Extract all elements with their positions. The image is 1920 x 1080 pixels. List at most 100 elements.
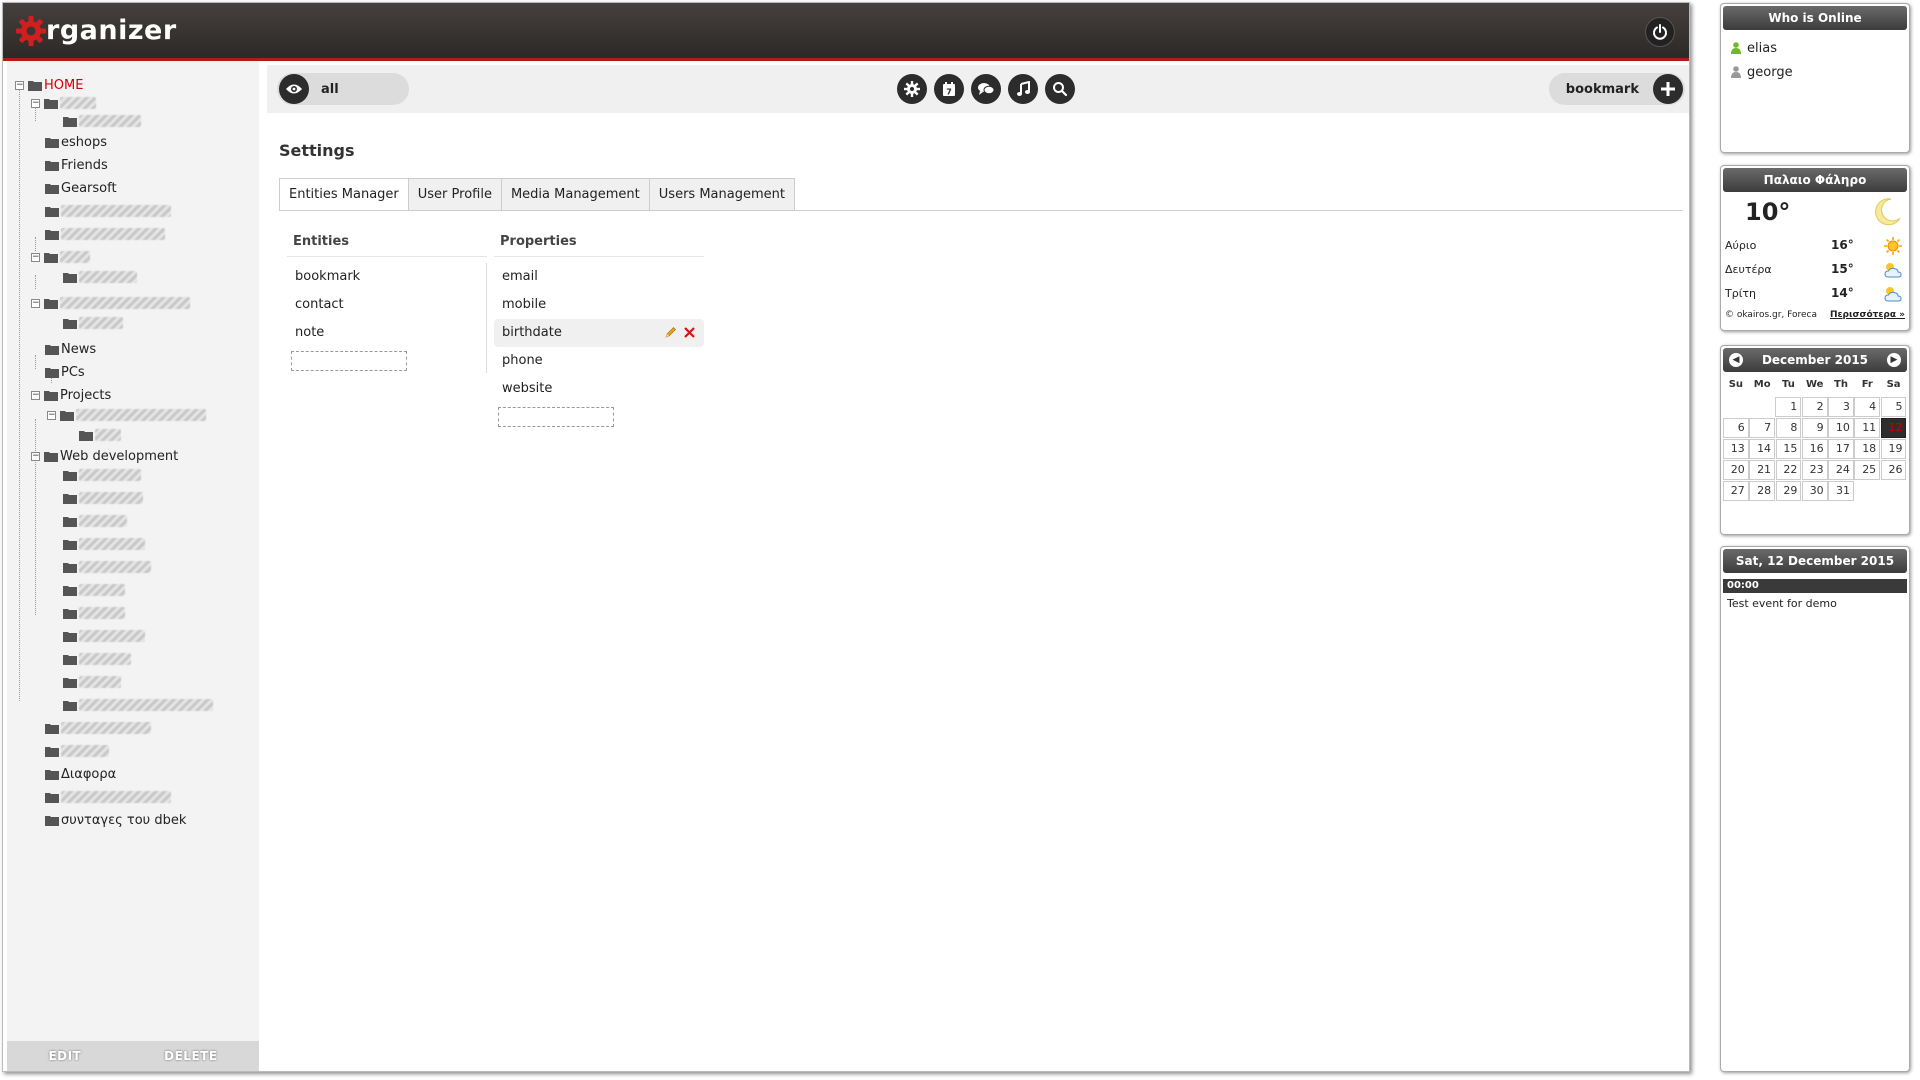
logout-button[interactable] — [1645, 17, 1675, 47]
calendar-day[interactable]: 8 — [1775, 418, 1802, 438]
tree-node-hidden[interactable] — [63, 695, 213, 715]
calendar-day[interactable]: 17 — [1828, 439, 1854, 459]
calendar-day[interactable]: 16 — [1801, 439, 1828, 459]
tree-node-hidden[interactable] — [45, 224, 165, 244]
property-item-birthdate[interactable]: birthdate — [494, 319, 704, 347]
tree-node-pcs[interactable]: PCs — [45, 362, 85, 382]
prev-month-button[interactable]: ◀ — [1729, 353, 1743, 367]
tree-node-hidden[interactable]: − — [47, 405, 206, 425]
tree-node-hidden[interactable] — [63, 488, 143, 508]
tree-node-hidden[interactable] — [63, 111, 141, 131]
calendar-day[interactable]: 24 — [1828, 460, 1854, 480]
calendar-day[interactable]: 19 — [1880, 439, 1907, 459]
entity-item-contact[interactable]: contact — [287, 291, 487, 319]
calendar-day[interactable]: 26 — [1880, 460, 1907, 480]
tree-node-home[interactable]: − HOME — [15, 75, 83, 95]
next-month-button[interactable]: ▶ — [1887, 353, 1901, 367]
tree-node-hidden[interactable] — [63, 580, 125, 600]
view-filter-button[interactable] — [279, 74, 309, 104]
calendar-day[interactable]: 9 — [1801, 418, 1828, 438]
tree-node-hidden[interactable] — [45, 718, 151, 738]
tree-node-projects[interactable]: − Projects — [31, 385, 111, 405]
tree-node-diafora[interactable]: Διαφορα — [45, 764, 116, 784]
calendar-day[interactable]: 18 — [1854, 439, 1881, 459]
tab-media-management[interactable]: Media Management — [500, 178, 650, 210]
tree-node-hidden[interactable]: − — [31, 93, 96, 113]
add-item-button[interactable] — [1653, 74, 1683, 104]
music-button[interactable] — [1008, 74, 1038, 104]
calendar-day[interactable]: 3 — [1828, 397, 1854, 417]
weather-more-link[interactable]: Περισσότερα » — [1830, 310, 1905, 320]
tree-node-hidden[interactable] — [63, 465, 141, 485]
property-item-email[interactable]: email — [494, 263, 704, 291]
tree-node-hidden[interactable] — [45, 741, 109, 761]
delete-x-icon[interactable] — [683, 326, 696, 339]
tree-node-hidden[interactable] — [63, 534, 145, 554]
edit-folder-button[interactable]: EDIT — [48, 1049, 81, 1063]
calendar-day[interactable]: 7 — [1749, 418, 1776, 438]
collapse-toggle[interactable]: − — [31, 252, 40, 262]
filter-selector[interactable]: all — [277, 73, 409, 105]
calendar-day[interactable]: 21 — [1749, 460, 1776, 480]
property-item-phone[interactable]: phone — [494, 347, 704, 375]
calendar-day[interactable]: 11 — [1854, 418, 1881, 438]
chat-button[interactable] — [971, 74, 1001, 104]
tree-node-hidden[interactable] — [63, 649, 131, 669]
calendar-day[interactable]: 14 — [1749, 439, 1776, 459]
calendar-day-today[interactable]: 12 — [1880, 418, 1907, 438]
property-item-website[interactable]: website — [494, 375, 704, 403]
tree-node-hidden[interactable]: − — [31, 293, 190, 313]
add-property-dropzone[interactable] — [498, 407, 614, 427]
online-user[interactable]: elias — [1721, 36, 1909, 60]
calendar-day[interactable]: 2 — [1801, 397, 1828, 417]
tree-node-hidden[interactable] — [63, 672, 121, 692]
tree-node-hidden[interactable] — [63, 603, 125, 623]
tree-node-hidden[interactable] — [63, 267, 137, 287]
collapse-toggle[interactable]: − — [31, 390, 40, 400]
tree-node-friends[interactable]: Friends — [45, 155, 108, 175]
calendar-day[interactable]: 25 — [1854, 460, 1881, 480]
tree-node-hidden[interactable] — [63, 313, 123, 333]
property-item-mobile[interactable]: mobile — [494, 291, 704, 319]
tree-node-hidden[interactable] — [63, 626, 145, 646]
calendar-day[interactable]: 6 — [1723, 418, 1749, 438]
collapse-toggle[interactable]: − — [31, 98, 40, 108]
calendar-day[interactable]: 20 — [1723, 460, 1749, 480]
collapse-toggle[interactable]: − — [31, 451, 40, 461]
calendar-day[interactable]: 4 — [1854, 397, 1881, 417]
edit-pencil-icon[interactable] — [664, 326, 677, 339]
calendar-day[interactable]: 22 — [1775, 460, 1802, 480]
new-item-selector[interactable]: bookmark — [1549, 73, 1685, 105]
add-entity-dropzone[interactable] — [291, 351, 407, 371]
calendar-day[interactable]: 10 — [1828, 418, 1854, 438]
tree-node-eshops[interactable]: eshops — [45, 132, 107, 152]
collapse-toggle[interactable]: − — [47, 410, 56, 420]
tree-node-hidden[interactable] — [63, 511, 127, 531]
entity-item-bookmark[interactable]: bookmark — [287, 263, 487, 291]
tree-node-webdev[interactable]: − Web development — [31, 446, 178, 466]
calendar-day[interactable]: 23 — [1801, 460, 1828, 480]
calendar-day[interactable]: 13 — [1723, 439, 1749, 459]
tab-user-profile[interactable]: User Profile — [407, 178, 502, 210]
calendar-day[interactable]: 30 — [1801, 481, 1828, 501]
tab-users-management[interactable]: Users Management — [648, 178, 795, 210]
tree-node-syntages[interactable]: συνταγες του dbek — [45, 810, 186, 830]
tree-node-news[interactable]: News — [45, 339, 96, 359]
tree-node-hidden[interactable] — [45, 201, 171, 221]
calendar-day[interactable]: 1 — [1775, 397, 1802, 417]
app-logo[interactable]: rganizer — [15, 15, 177, 47]
calendar-day[interactable]: 29 — [1775, 481, 1802, 501]
calendar-day[interactable]: 27 — [1723, 481, 1749, 501]
calendar-day[interactable]: 28 — [1749, 481, 1776, 501]
tree-node-hidden[interactable] — [45, 787, 171, 807]
tree-node-hidden[interactable] — [79, 425, 121, 445]
event-item[interactable]: Test event for demo — [1721, 593, 1909, 614]
tree-node-gearsoft[interactable]: Gearsoft — [45, 178, 117, 198]
calendar-day[interactable]: 15 — [1775, 439, 1802, 459]
online-user[interactable]: george — [1721, 60, 1909, 84]
calendar-day[interactable]: 5 — [1880, 397, 1907, 417]
tab-entities-manager[interactable]: Entities Manager — [279, 178, 409, 211]
calendar-button[interactable]: 7 — [934, 74, 964, 104]
entity-item-note[interactable]: note — [287, 319, 487, 347]
collapse-toggle[interactable]: − — [31, 298, 40, 308]
